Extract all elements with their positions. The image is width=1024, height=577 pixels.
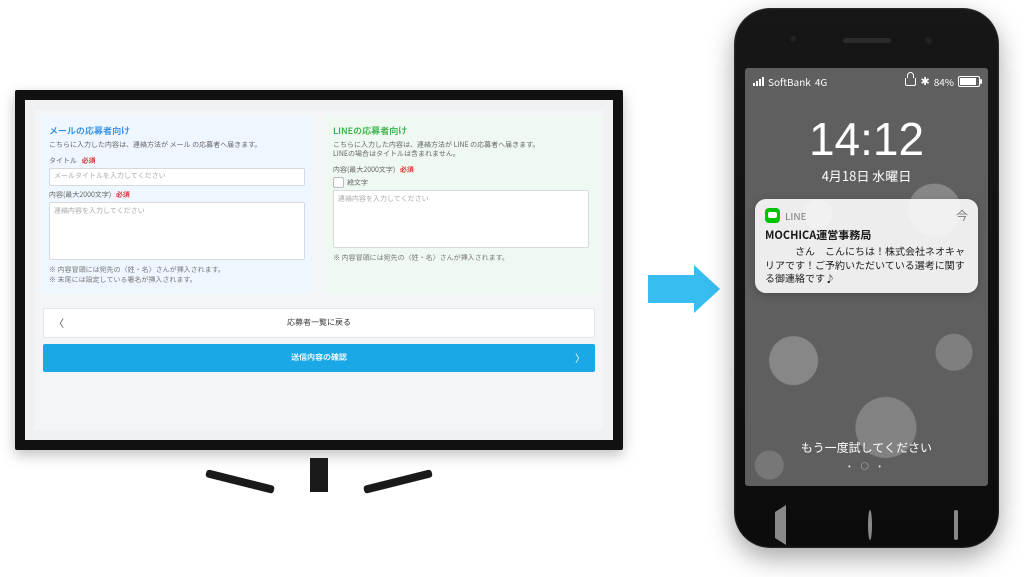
line-app-icon — [765, 208, 780, 223]
home-nav-icon[interactable] — [868, 512, 872, 538]
android-navbar — [734, 502, 999, 548]
required-badge: 必須 — [82, 156, 96, 166]
phone-body: SoftBank 4G ✱ 84% 14:12 4月18日 水曜日 — [734, 8, 999, 548]
mail-title-input[interactable]: メールタイトルを入力してください — [49, 168, 305, 186]
line-body-textarea[interactable]: 連絡内容を入力してください — [333, 190, 589, 248]
desktop-screen: メールの応募者向け こちらに入力した内容は、連絡方法が メール の応募者へ届きま… — [35, 110, 603, 430]
mail-body-label-text: 内容(最大2000文字) — [49, 190, 111, 200]
sensor-icon — [925, 37, 932, 44]
required-badge: 必須 — [400, 165, 414, 175]
line-desc-2: LINEの場合はタイトルは含まれません。 — [333, 150, 589, 159]
back-label: 応募者一覧に戻る — [44, 317, 594, 328]
notif-time: 今 — [956, 207, 968, 224]
chevron-right-icon: 〉 — [575, 350, 585, 365]
line-panel: LINEの応募者向け こちらに入力した内容は、連絡方法が LINE の応募者へ届… — [325, 116, 597, 294]
flow-arrow-icon — [648, 265, 724, 313]
mail-panel: メールの応募者向け こちらに入力した内容は、連絡方法が メール の応募者へ届きま… — [41, 116, 313, 294]
mail-hint-2: ※ 末尾には設定している署名が挿入されます。 — [49, 276, 305, 286]
smartphone: SoftBank 4G ✱ 84% 14:12 4月18日 水曜日 — [734, 8, 999, 548]
mail-hints: ※ 内容冒頭には宛先の〈姓・名〉さんが挿入されます。 ※ 末尾には設定している署… — [49, 266, 305, 286]
network-label: 4G — [815, 74, 827, 89]
battery-icon — [958, 76, 980, 87]
carrier-label: SoftBank — [768, 74, 811, 89]
mail-panel-desc: こちらに入力した内容は、連絡方法が メール の応募者へ届きます。 — [49, 141, 305, 150]
line-notification[interactable]: LINE 今 MOCHICA運営事務局 さん こんにちは！株式会社ネオキャリアで… — [755, 199, 978, 293]
signal-icon — [753, 77, 764, 86]
earpiece-icon — [843, 38, 891, 43]
emoji-label: 絵文字 — [347, 178, 368, 188]
line-body-label: 内容(最大2000文字) 必須 — [333, 165, 589, 175]
confirm-send-button[interactable]: 送信内容の確認 〉 — [43, 344, 595, 372]
mail-body-textarea[interactable]: 連絡内容を入力してください — [49, 202, 305, 260]
front-camera-icon — [788, 34, 798, 44]
notif-title: MOCHICA運営事務局 — [765, 227, 968, 243]
recents-nav-icon[interactable] — [954, 512, 958, 538]
desktop-monitor: メールの応募者向け こちらに入力した内容は、連絡方法が メール の応募者へ届きま… — [15, 90, 623, 450]
line-hint-1: ※ 内容冒頭には宛先の〈姓・名〉さんが挿入されます。 — [333, 254, 589, 264]
notif-app-name: LINE — [785, 208, 806, 223]
line-panel-desc: こちらに入力した内容は、連絡方法が LINE の応募者へ届きます。 LINEの場… — [333, 141, 589, 159]
bluetooth-icon: ✱ — [920, 73, 929, 89]
monitor-stand — [204, 450, 434, 494]
chevron-left-icon: 〈 — [54, 315, 64, 330]
required-badge: 必須 — [116, 190, 130, 200]
phone-lockscreen: SoftBank 4G ✱ 84% 14:12 4月18日 水曜日 — [745, 68, 988, 486]
notif-body: さん こんにちは！株式会社ネオキャリアです！ご予約いただいている選考に関する御連… — [765, 244, 968, 285]
page-dots-icon: • ○ • — [745, 461, 988, 472]
lockscreen-time: 14:12 — [745, 116, 988, 162]
emoji-toggle[interactable]: 絵文字 — [333, 177, 589, 188]
battery-percent: 84% — [934, 74, 954, 89]
confirm-label: 送信内容の確認 — [43, 352, 595, 363]
status-bar: SoftBank 4G ✱ 84% — [745, 68, 988, 94]
mail-body-label: 内容(最大2000文字) 必須 — [49, 190, 305, 200]
mail-panel-heading: メールの応募者向け — [49, 124, 305, 137]
mail-title-label-text: タイトル — [49, 156, 77, 166]
lock-icon — [905, 78, 916, 86]
back-to-list-button[interactable]: 〈 応募者一覧に戻る — [43, 308, 595, 338]
emoji-checkbox-icon — [333, 177, 344, 188]
back-nav-icon[interactable] — [775, 512, 786, 538]
line-body-label-text: 内容(最大2000文字) — [333, 165, 395, 175]
line-hints: ※ 内容冒頭には宛先の〈姓・名〉さんが挿入されます。 — [333, 254, 589, 264]
monitor-bezel: メールの応募者向け こちらに入力した内容は、連絡方法が メール の応募者へ届きま… — [15, 90, 623, 450]
lockscreen-date: 4月18日 水曜日 — [745, 166, 988, 185]
mail-title-label: タイトル 必須 — [49, 156, 305, 166]
retry-label: もう一度試してください — [745, 439, 988, 456]
line-panel-heading: LINEの応募者向け — [333, 124, 589, 137]
